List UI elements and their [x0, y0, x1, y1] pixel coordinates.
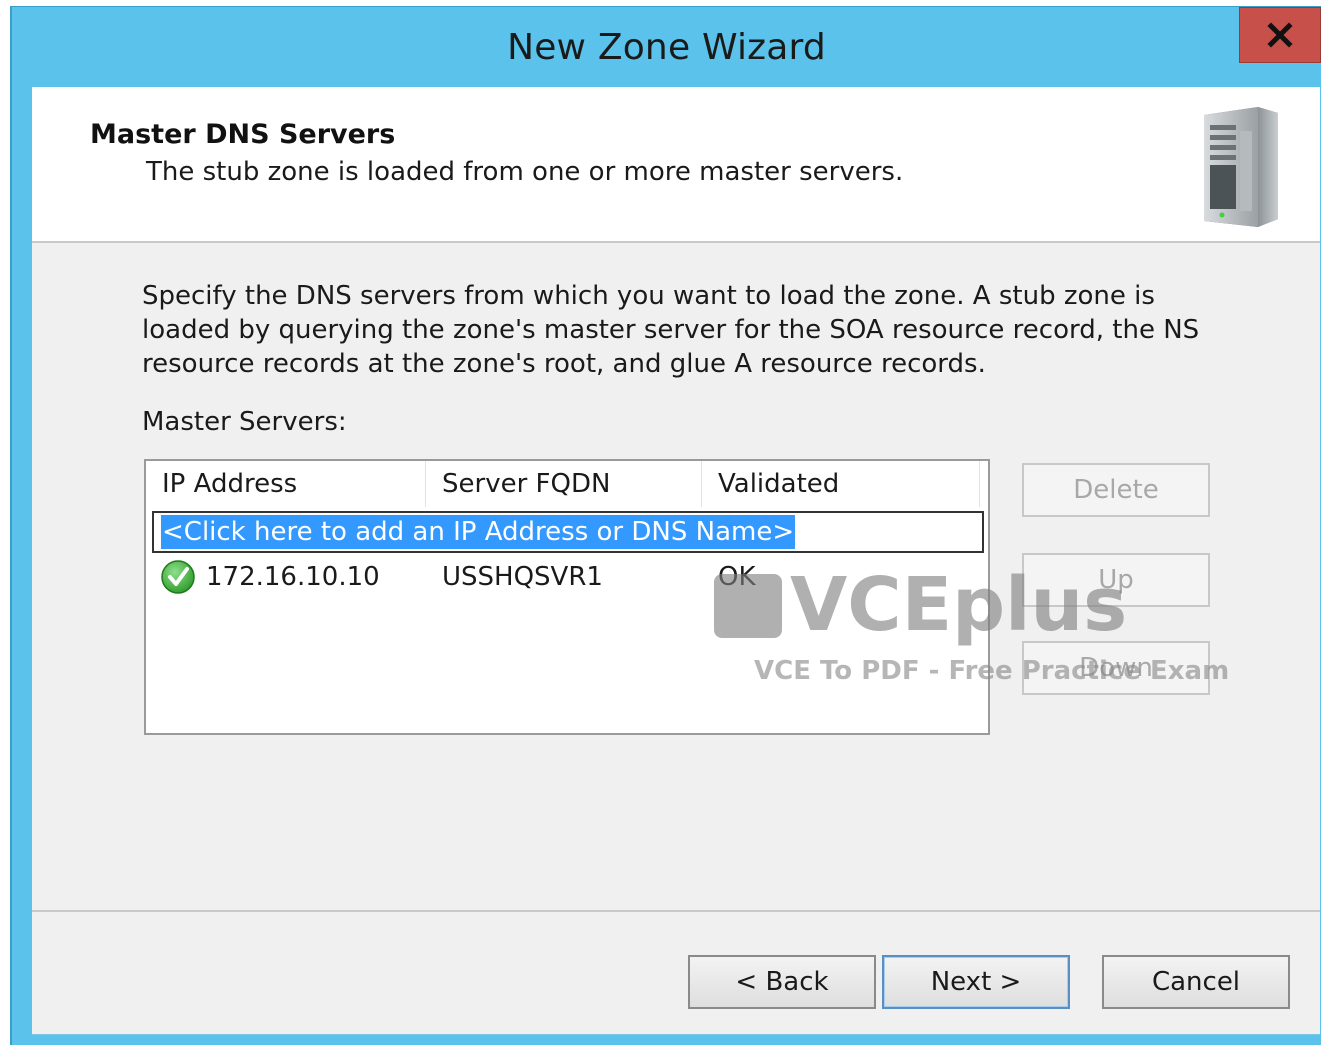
cell-server-fqdn: USSHQSVR1 [442, 562, 603, 592]
green-check-icon [161, 560, 195, 594]
footer-separator [32, 910, 1320, 912]
window-title: New Zone Wizard [507, 27, 826, 68]
next-button[interactable]: Next > [882, 955, 1070, 1009]
page-subtitle: The stub zone is loaded from one or more… [146, 157, 904, 187]
page-title: Master DNS Servers [90, 119, 396, 150]
close-icon [1267, 22, 1293, 48]
add-server-row[interactable]: <Click here to add an IP Address or DNS … [152, 511, 984, 553]
add-server-prompt[interactable]: <Click here to add an IP Address or DNS … [161, 515, 796, 549]
back-button[interactable]: < Back [688, 955, 876, 1009]
dialog-client-area: Master DNS Servers The stub zone is load… [32, 87, 1320, 1035]
wizard-header: Master DNS Servers The stub zone is load… [32, 87, 1320, 243]
watermark-tagline: VCE To PDF - Free Practice Exam [754, 656, 1230, 686]
instructions-text: Specify the DNS servers from which you w… [142, 281, 1200, 379]
watermark-logo: VCEplus [714, 568, 1204, 642]
list-header: IP Address Server FQDN Validated [146, 461, 988, 509]
server-tower-icon [1204, 107, 1278, 227]
cancel-button[interactable]: Cancel [1102, 955, 1290, 1009]
cell-ip-address: 172.16.10.10 [206, 562, 380, 592]
column-header-validated[interactable]: Validated [702, 461, 980, 507]
title-bar[interactable]: New Zone Wizard [12, 7, 1321, 87]
master-servers-label: Master Servers: [142, 407, 347, 437]
close-button[interactable] [1239, 7, 1321, 63]
column-header-server-fqdn[interactable]: Server FQDN [426, 461, 702, 507]
delete-button[interactable]: Delete [1022, 463, 1210, 517]
watermark: VCEplus VCE To PDF - Free Practice Exam [714, 568, 1229, 688]
watermark-check-icon [714, 574, 782, 638]
wizard-window: New Zone Wizard Master DNS Servers The s… [10, 6, 1321, 1045]
column-header-ip-address[interactable]: IP Address [146, 461, 426, 507]
